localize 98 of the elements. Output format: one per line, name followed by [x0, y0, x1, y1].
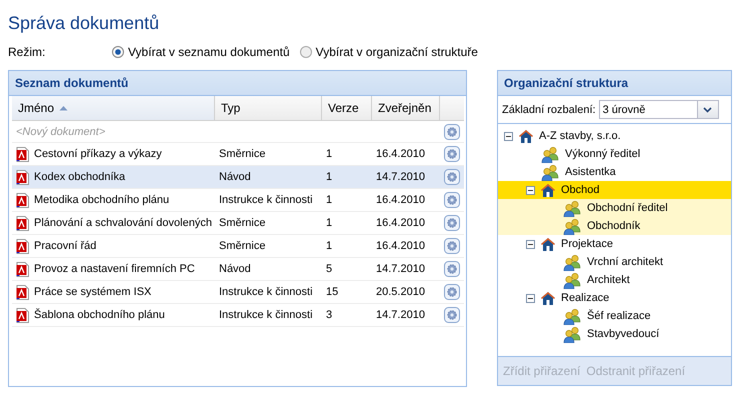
tree-node[interactable]: Realizace	[498, 289, 731, 307]
pdf-file-icon	[16, 284, 29, 300]
pdf-file-icon	[16, 262, 29, 276]
house-icon	[540, 236, 556, 252]
house-icon	[540, 290, 556, 306]
radio-option[interactable]: Vybírat v seznamu dokumentů	[112, 45, 290, 59]
settings-icon[interactable]	[444, 284, 460, 300]
pdf-file-icon	[16, 308, 29, 322]
publish-date: 16.4.2010	[376, 148, 425, 160]
tree-node[interactable]: Architekt	[498, 271, 731, 289]
document-type: Směrnice	[219, 217, 266, 229]
document-version: 1	[326, 148, 332, 160]
document-type: Instrukce k činnosti	[219, 286, 313, 298]
document-row[interactable]: Pracovní řád Směrnice 1 16.4.2010	[12, 235, 464, 258]
sort-ascending-icon	[59, 105, 68, 111]
tree-node[interactable]: Stavbyvedoucí	[498, 325, 731, 343]
people-icon	[562, 308, 582, 324]
publish-date: 16.4.2010	[376, 194, 425, 206]
settings-icon[interactable]	[444, 169, 460, 185]
document-version: 1	[326, 171, 332, 183]
settings-icon[interactable]	[444, 146, 460, 162]
tree-node[interactable]: Asistentka	[498, 163, 731, 181]
document-version: 1	[326, 240, 332, 252]
page-title: Správa dokumentů	[8, 12, 160, 35]
tree-node[interactable]: Projektace	[498, 235, 731, 253]
column-header[interactable]: Typ	[215, 96, 322, 120]
pdf-file-icon	[16, 192, 29, 208]
expand-level-dropdown[interactable]: 3 úrovně	[598, 100, 719, 119]
publish-date: 14.7.2010	[376, 309, 425, 321]
settings-icon[interactable]	[444, 124, 460, 140]
publish-date: 14.7.2010	[376, 263, 425, 275]
settings-icon[interactable]	[444, 215, 460, 231]
document-type: Návod	[219, 171, 251, 183]
collapse-icon[interactable]	[526, 186, 535, 194]
panel-header: Seznam dokumentů	[9, 71, 466, 96]
publish-date: 16.4.2010	[376, 240, 425, 252]
document-name: Práce se systémem ISX	[34, 286, 152, 298]
tree-node[interactable]: Obchod	[498, 181, 731, 199]
document-name: Plánování a schvalování dovolených	[34, 217, 212, 229]
document-version: 1	[326, 194, 332, 206]
tree-node[interactable]: Vrchní architekt	[498, 253, 731, 271]
pdf-file-icon	[16, 170, 29, 184]
pdf-file-icon	[16, 146, 29, 162]
people-icon	[562, 272, 582, 288]
chevron-down-icon	[703, 106, 712, 112]
document-row[interactable]: Provoz a nastavení firemních PC Návod 5 14.7.2010	[12, 258, 464, 281]
people-icon	[562, 200, 582, 216]
document-name: Kodex obchodníka	[34, 171, 126, 183]
people-icon	[562, 326, 582, 342]
document-name: Metodika obchodního plánu	[34, 194, 170, 206]
publish-date: 20.5.2010	[376, 286, 425, 298]
document-name: Pracovní řád	[34, 240, 96, 252]
document-version: 5	[326, 263, 332, 275]
tree-node[interactable]: Výkonný ředitel	[498, 145, 731, 163]
document-row[interactable]: Metodika obchodního plánu Instrukce k činnosti 1 16.4.2010	[12, 189, 464, 212]
document-name: Provoz a nastavení firemních PC	[34, 263, 195, 275]
document-row[interactable]: Práce se systémem ISX Instrukce k činnosti 15 20.5.2010	[12, 281, 464, 304]
column-header[interactable]: Zveřejněn	[372, 96, 440, 120]
document-type: Instrukce k činnosti	[219, 309, 313, 321]
settings-icon[interactable]	[444, 192, 460, 208]
people-icon	[562, 254, 582, 270]
settings-icon[interactable]	[444, 261, 460, 277]
people-icon	[540, 164, 560, 180]
document-version: 1	[326, 217, 332, 229]
document-name: Cestovní příkazy a výkazy	[34, 148, 162, 160]
document-version: 3	[326, 309, 332, 321]
collapse-icon[interactable]	[504, 132, 513, 140]
tree-node[interactable]: Obchodník	[498, 217, 731, 235]
document-type: Instrukce k činnosti	[219, 194, 313, 206]
publish-date: 14.7.2010	[376, 171, 425, 183]
tree-node[interactable]: A-Z stavby, s.r.o.	[498, 127, 731, 145]
column-header[interactable]: Verze	[322, 96, 372, 120]
house-icon	[540, 182, 556, 198]
mode-label: Režim:	[8, 45, 46, 59]
document-name: Šablona obchodního plánu	[34, 309, 165, 321]
people-icon	[540, 146, 560, 162]
tree-node[interactable]: Obchodní ředitel	[498, 199, 731, 217]
column-header[interactable]: Jméno	[12, 96, 215, 120]
collapse-icon[interactable]	[526, 294, 535, 302]
document-type: Návod	[219, 263, 251, 275]
document-type: Směrnice	[219, 148, 266, 160]
document-row[interactable]: Kodex obchodníka Návod 1 14.7.2010	[12, 166, 464, 189]
publish-date: 16.4.2010	[376, 217, 425, 229]
settings-icon[interactable]	[444, 238, 460, 254]
pdf-file-icon	[16, 216, 29, 230]
collapse-icon[interactable]	[526, 240, 535, 248]
settings-icon[interactable]	[444, 307, 460, 323]
document-type: Směrnice	[219, 240, 266, 252]
radio-option[interactable]: Vybírat v organizační struktuře	[300, 45, 478, 59]
panel-header: Organizační struktura	[498, 71, 731, 96]
document-version: 15	[326, 286, 338, 298]
pdf-file-icon	[16, 238, 29, 254]
document-row[interactable]: Šablona obchodního plánu Instrukce k činnosti 3 14.7.2010	[12, 304, 464, 327]
tree-node[interactable]: Šéf realizace	[498, 307, 731, 325]
people-icon	[562, 218, 582, 234]
house-icon	[518, 128, 534, 144]
expand-label: Základní rozbalení:	[502, 104, 596, 116]
document-row[interactable]: Plánování a schvalování dovolených Směrnice 1 16.4.2010	[12, 212, 464, 235]
